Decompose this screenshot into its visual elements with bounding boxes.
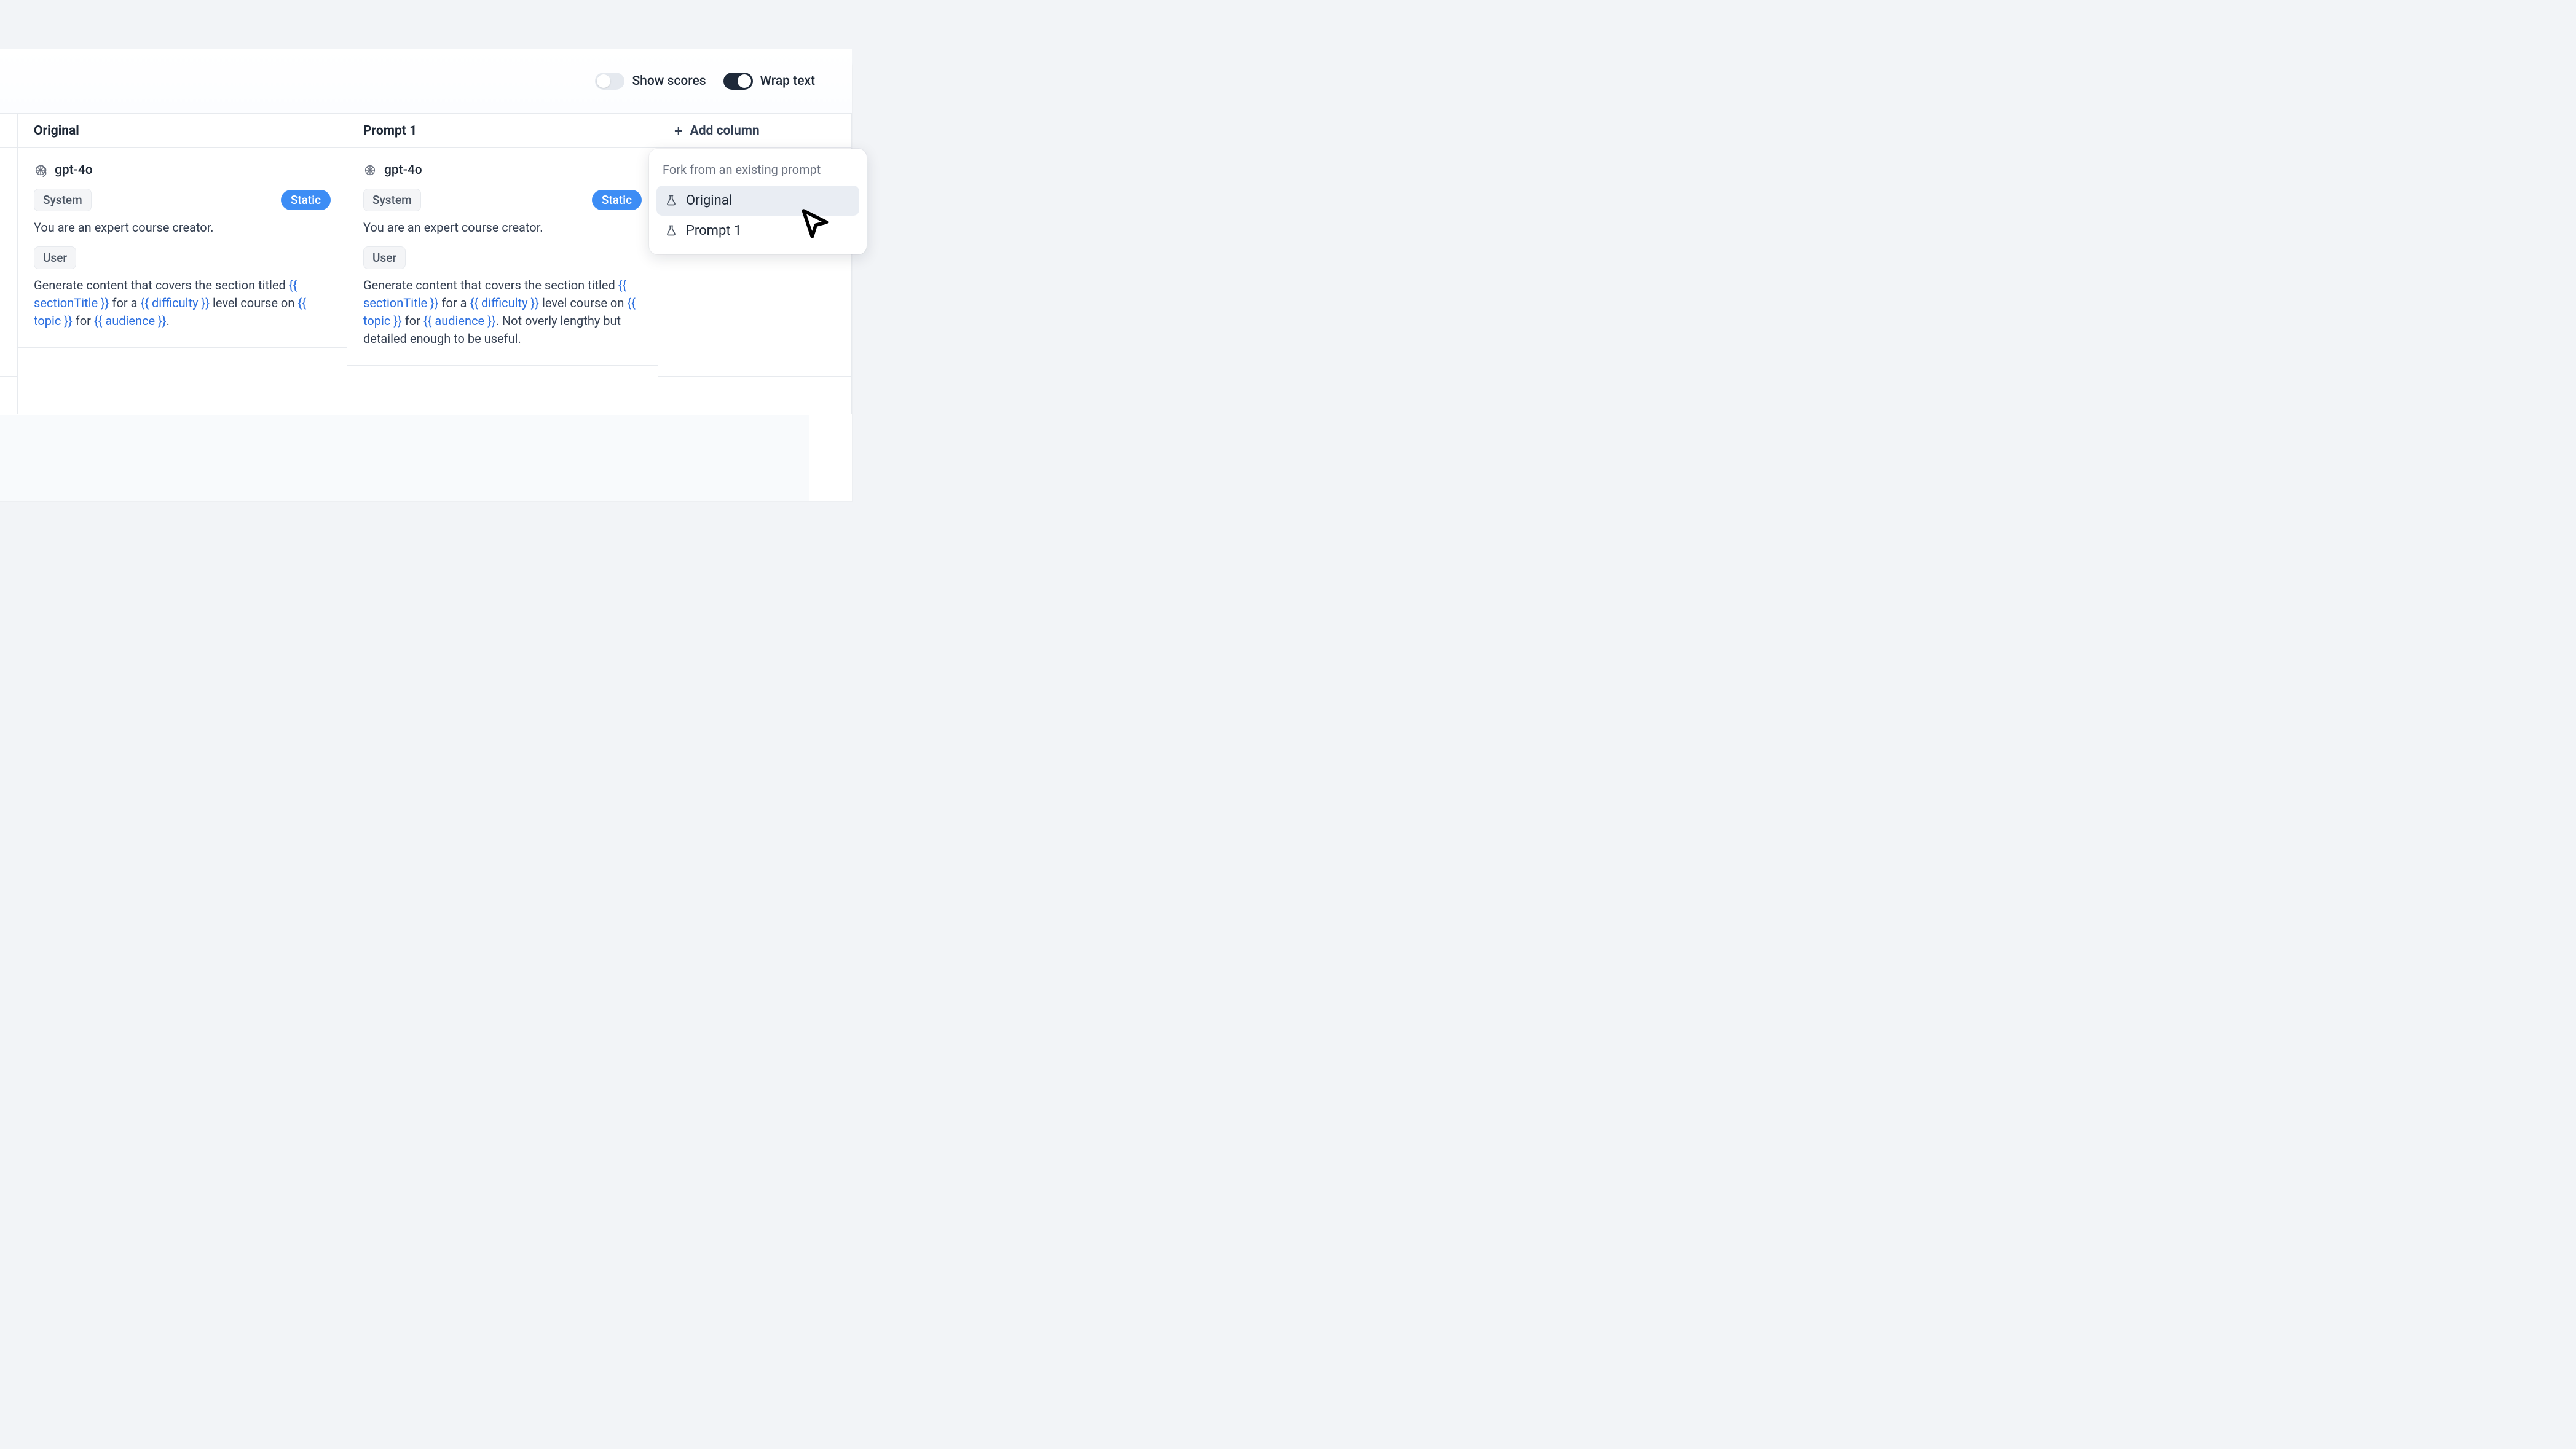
column-header[interactable]: Prompt 1 [347,114,658,148]
dropdown-item-label: Prompt 1 [686,223,741,238]
comparison-panel: Show scores Wrap text Original [0,49,852,501]
model-row: gpt-4o [34,163,331,178]
flask-icon [665,194,677,208]
bottom-shade [0,415,809,501]
user-block: User Generate content that covers the se… [363,246,642,348]
toolbar: Show scores Wrap text [0,49,852,113]
column-original: Original gpt-4o Sy [18,114,347,377]
empty-row [0,377,852,414]
show-scores-label: Show scores [632,74,706,88]
system-text: You are an expert course creator. [363,219,642,237]
wrap-text-label: Wrap text [760,74,815,88]
template-variable: {{ audience }} [423,313,496,328]
template-variable: {{ audience }} [94,313,167,328]
model-row: gpt-4o [363,163,642,178]
user-text: Generate content that covers the section… [363,277,642,348]
openai-icon [363,163,377,177]
model-name: gpt-4o [384,163,422,178]
column-prompt-1: Prompt 1 gpt-4o System [347,114,658,377]
template-variable: {{ difficulty }} [140,296,210,310]
model-name: gpt-4o [55,163,93,178]
fork-dropdown: Fork from an existing prompt Original Pro… [649,149,867,254]
user-chip: User [34,246,76,269]
app-frame: Show scores Wrap text Original [0,0,895,501]
dropdown-header: Fork from an existing prompt [656,157,859,186]
column-title: Prompt 1 [363,124,417,138]
show-scores-switch[interactable] [595,73,624,90]
template-variable: {{ difficulty }} [470,296,539,310]
show-scores-toggle-group: Show scores [595,73,706,90]
column-header[interactable]: Original [18,114,347,148]
system-chip: System [363,189,421,211]
user-text: Generate content that covers the section… [34,277,331,330]
user-chip-row: User [363,246,642,269]
system-chip-row: System Static [363,189,642,211]
user-chip-row: User [34,246,331,269]
user-block: User Generate content that covers the se… [34,246,331,330]
openai-icon [34,163,47,177]
system-text: You are an expert course creator. [34,219,331,237]
gutter-header [0,114,17,148]
plus-icon: + [674,124,683,138]
gutter-cell [0,148,17,377]
column-title: Original [34,124,79,138]
flask-icon [665,224,677,238]
add-column-button[interactable]: + Add column [658,114,851,148]
static-chip: Static [281,190,331,210]
prompt-cell: gpt-4o System Static You are an expert c… [18,148,347,348]
system-chip: System [34,189,92,211]
dropdown-item-label: Original [686,193,732,208]
gutter-column [0,114,18,377]
wrap-text-switch[interactable] [723,73,753,90]
static-chip: Static [592,190,642,210]
cursor-icon [798,206,832,241]
user-chip: User [363,246,406,269]
header-spacer [0,0,895,55]
prompt-cell: gpt-4o System Static You are an expert c… [347,148,658,366]
system-chip-row: System Static [34,189,331,211]
add-column-label: Add column [690,124,760,138]
wrap-text-toggle-group: Wrap text [723,73,815,90]
